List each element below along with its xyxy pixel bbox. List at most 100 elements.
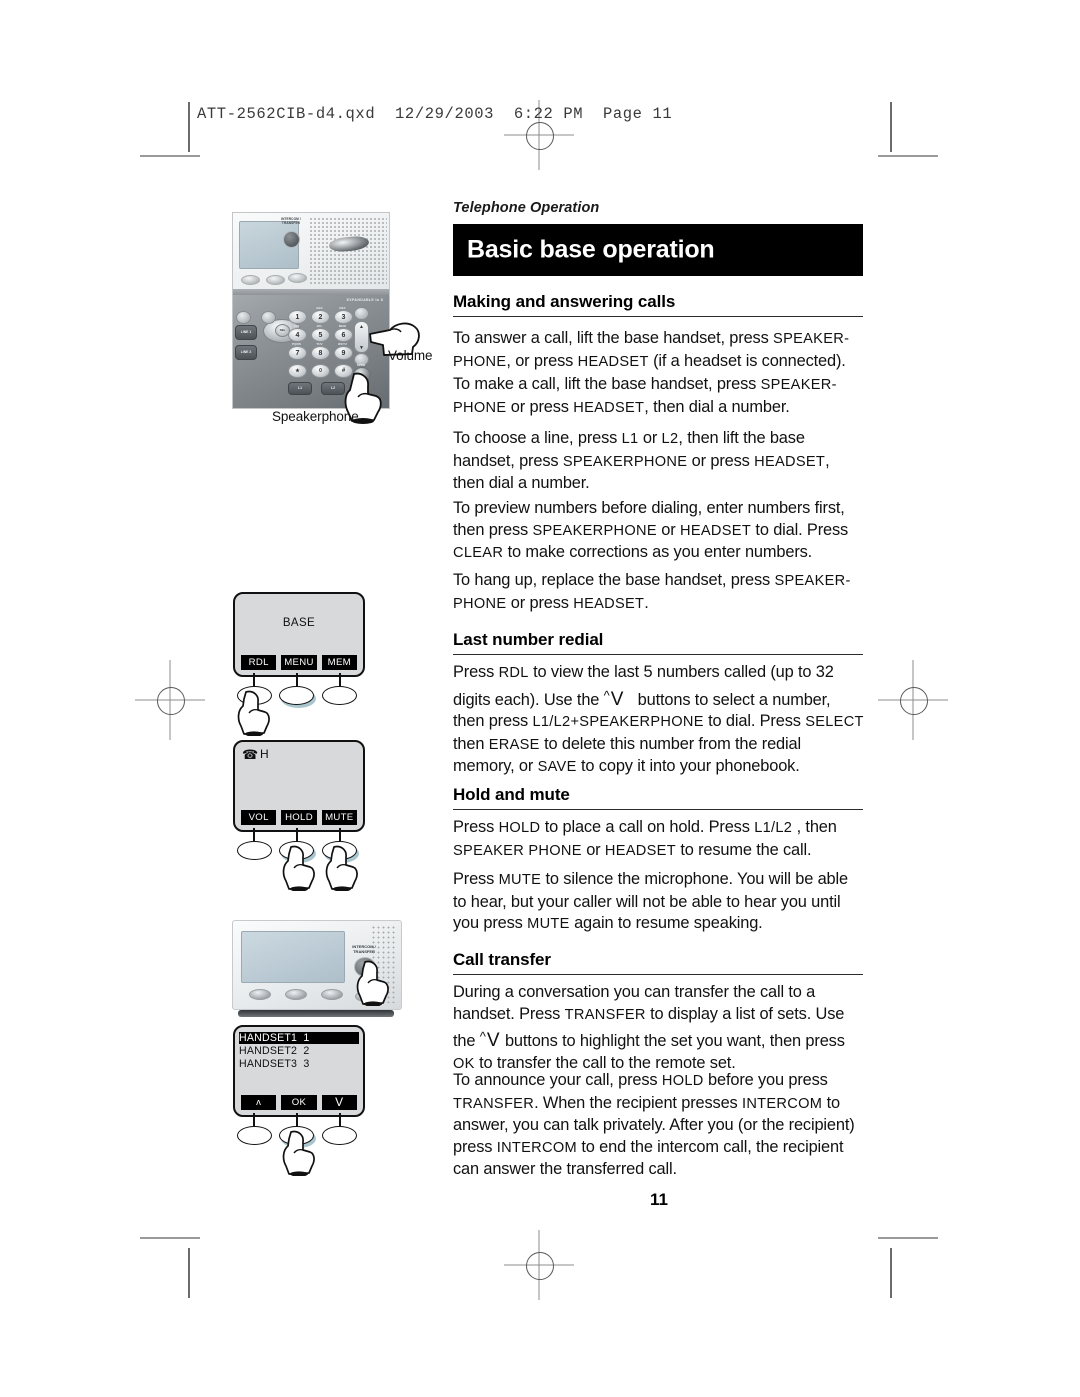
page: ATT-2562CIB-d4.qxd 12/29/2003 6:22 PM Pa… — [0, 0, 1080, 1397]
keypad-key-0: 0 — [311, 364, 330, 378]
paragraph-call-transfer: During a conversation you can transfer t… — [453, 983, 845, 1072]
photo-l1-key: L1 — [288, 382, 312, 395]
softkey-mem[interactable]: MEM — [321, 655, 357, 670]
base-display-diagram: BASE RDL MENU MEM — [233, 592, 365, 677]
handset1-num: 1 — [303, 1032, 310, 1044]
base-top-shadow — [238, 1010, 394, 1017]
key-transfer: TRANSFER — [453, 1095, 535, 1112]
hand-pointer-rdl — [236, 690, 272, 736]
key-intercom: INTERCOM — [496, 1139, 577, 1156]
photo-brand-label: EXPANDABLE to 8 — [346, 298, 383, 302]
file-header: ATT-2562CIB-d4.qxd 12/29/2003 6:22 PM Pa… — [197, 105, 673, 123]
page-title: Basic base operation — [467, 235, 715, 264]
base-display-text: BASE — [282, 617, 316, 629]
key-l1l2-speakerphone: L1/L2+SPEAKERPHONE — [532, 714, 704, 731]
base-button-mem[interactable] — [322, 686, 357, 705]
photo-delete-key — [261, 311, 276, 324]
list-item-handset2[interactable]: HANDSET2 2 — [239, 1045, 359, 1057]
section-heading-last-number-redial: Last number redial — [453, 630, 863, 655]
base-button-menu[interactable] — [279, 686, 314, 705]
key-speaker-phone: SPEAKER PHONE — [453, 842, 582, 859]
softkey-vol[interactable]: VOL — [241, 810, 277, 825]
key-headset: HEADSET — [604, 842, 676, 859]
hold-display-stems — [233, 828, 361, 842]
keypad-key-9: 9 — [334, 346, 353, 360]
phone-icon: ☎ — [242, 747, 259, 762]
paragraph-announce-call: To announce your call, press HOLD before… — [453, 1071, 855, 1179]
registration-mark-right — [878, 660, 948, 740]
base-display-stems — [233, 673, 361, 687]
base-display-softkey-row: RDL MENU MEM — [241, 655, 357, 670]
page-number: 11 — [650, 1190, 668, 1209]
softkey-hold[interactable]: HOLD — [281, 810, 317, 825]
key-mute: MUTE — [527, 916, 570, 933]
volume-up-arrow: ▲ — [359, 324, 364, 330]
keypad-key-6: 6 — [334, 328, 353, 342]
keypad-key-7: 7 — [288, 346, 307, 360]
hold-display-diagram: ☎ H VOL HOLD MUTE — [233, 740, 365, 832]
key-speakerphone: SPEAKERPHONE — [532, 522, 657, 539]
photo-softkey-2 — [266, 275, 285, 285]
section-heading-call-transfer: Call transfer — [453, 950, 863, 975]
key-hold: HOLD — [661, 1073, 704, 1089]
photo-softkey-1 — [241, 275, 260, 285]
handset2-name: HANDSET2 — [239, 1045, 298, 1057]
registration-mark-left — [135, 660, 205, 740]
updown-arrows-icon: ^V — [603, 687, 625, 710]
page-title-banner: Basic base operation — [453, 224, 863, 276]
softkey-rdl[interactable]: RDL — [241, 655, 277, 670]
key-speakerphone: SPEAKER-PHONE — [453, 573, 851, 612]
base-button-down[interactable] — [322, 1126, 357, 1145]
softkey-menu[interactable]: MENU — [281, 655, 317, 670]
hold-display-softkey-row: VOL HOLD MUTE — [241, 810, 357, 825]
key-save: SAVE — [537, 759, 577, 776]
softkey-mute[interactable]: MUTE — [321, 810, 357, 825]
photo-redial-key — [236, 311, 251, 324]
hand-pointer-intercom — [355, 960, 391, 1006]
paragraph-make-call: To make a call, lift the base handset, p… — [453, 375, 837, 416]
key-speakerphone: SPEAKERPHONE — [562, 453, 688, 470]
keypad-key-3: 3 — [334, 310, 353, 324]
softkey-down[interactable]: V — [321, 1095, 357, 1110]
key-headset: HEADSET — [754, 453, 826, 470]
hand-pointer-mute — [324, 845, 360, 891]
base-button-up[interactable] — [237, 1126, 272, 1145]
paragraph-mute: Press MUTE to silence the microphone. Yo… — [453, 870, 848, 933]
paragraph-hang-up: To hang up, replace the base handset, pr… — [453, 571, 851, 612]
key-intercom: INTERCOM — [741, 1095, 823, 1112]
base-button-vol[interactable] — [237, 841, 272, 860]
handset2-num: 2 — [303, 1045, 310, 1057]
softkey-ok[interactable]: OK — [281, 1095, 317, 1110]
keypad-key-5: 5 — [311, 328, 330, 342]
key-headset: HEADSET — [573, 399, 645, 416]
key-erase: ERASE — [488, 736, 540, 753]
key-headset: HEADSET — [680, 522, 752, 539]
key-hold: HOLD — [498, 820, 541, 836]
paragraph-preview-numbers: To preview numbers before dialing, enter… — [453, 499, 849, 562]
key-mute: MUTE — [498, 872, 542, 888]
handset1-name: HANDSET1 — [239, 1032, 298, 1044]
handset-list-softkey-row: ʌ OK V — [241, 1095, 357, 1110]
paragraph-hold: Press HOLD to place a call on hold. Pres… — [453, 818, 837, 859]
key-transfer: TRANSFER — [564, 1006, 646, 1023]
base-top-softkey-1 — [249, 989, 271, 1000]
hold-display-text: H — [260, 747, 269, 761]
softkey-up[interactable]: ʌ — [241, 1095, 277, 1110]
keypad-key-8: 8 — [311, 346, 330, 360]
photo-volume-rocker: ▲ ▼ — [354, 321, 369, 353]
paragraph-choose-line: To choose a line, press L1 or L2, then l… — [453, 429, 830, 493]
photo-line1-key: LINE 1 — [235, 325, 257, 340]
keypad-key-4: 4 — [288, 328, 307, 342]
registration-mark-bottom — [504, 1230, 574, 1300]
callout-volume: Volume — [388, 348, 433, 363]
key-headset: HEADSET — [573, 595, 645, 612]
list-item-handset3[interactable]: HANDSET3 3 — [239, 1058, 359, 1070]
list-item-handset1[interactable]: HANDSET1 1 — [239, 1032, 359, 1044]
key-speakerphone: SPEAKER-PHONE — [453, 331, 850, 370]
key-select: SELECT — [805, 714, 864, 731]
base-top-screen — [241, 931, 345, 983]
keypad-key-star: ★ — [288, 364, 307, 378]
key-headset: HEADSET — [577, 353, 649, 370]
hand-pointer-hold — [281, 845, 317, 891]
section-heading-making-and-answering-calls: Making and answering calls — [453, 292, 863, 317]
